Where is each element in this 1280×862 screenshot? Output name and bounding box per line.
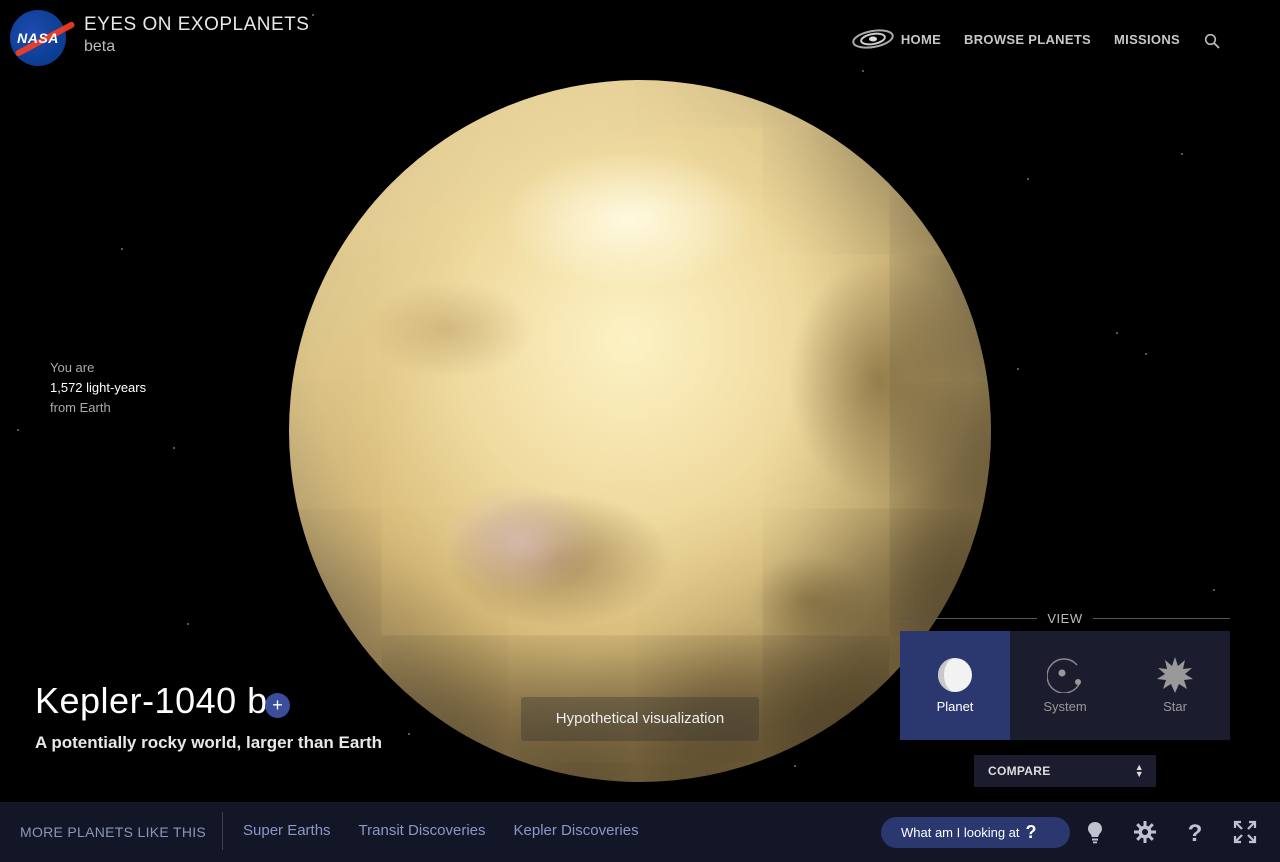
app-title[interactable]: EYES ON EXOPLANETS: [84, 14, 309, 36]
view-planet-button[interactable]: Planet: [900, 631, 1010, 740]
help-icon[interactable]: ?: [1183, 820, 1207, 844]
galaxy-icon[interactable]: [851, 28, 895, 50]
star-dot: [862, 70, 864, 72]
link-super-earths[interactable]: Super Earths: [243, 822, 331, 839]
app-viewport[interactable]: NASA EYES ON EXOPLANETS beta HOME BROWSE…: [0, 0, 1280, 862]
search-icon[interactable]: [1204, 33, 1220, 49]
view-system-button[interactable]: System: [1010, 631, 1120, 740]
star-dot: [1213, 589, 1215, 591]
bottom-divider: [222, 812, 223, 850]
planet-name: Kepler-1040 b: [35, 680, 268, 721]
star-dot: [408, 733, 410, 735]
star-dot: [17, 429, 19, 431]
question-icon: ?: [1025, 822, 1037, 842]
star-dot: [1027, 178, 1029, 180]
link-transit-discoveries[interactable]: Transit Discoveries: [359, 822, 486, 839]
more-planets-label: MORE PLANETS LIKE THIS: [20, 824, 207, 840]
what-am-i-looking-at-button[interactable]: What am I looking at ?: [881, 817, 1070, 848]
divider-line: [1092, 618, 1231, 619]
star-dot: [1017, 368, 1019, 370]
system-icon: [1047, 658, 1081, 693]
divider-line: [900, 618, 1038, 619]
hypothetical-visualization-label: Hypothetical visualization: [521, 697, 759, 741]
add-planet-button[interactable]: +: [265, 693, 290, 718]
star-dot: [1116, 332, 1118, 334]
what-label: What am I looking at: [901, 825, 1020, 840]
view-switcher: Planet System Star: [900, 631, 1230, 740]
compare-label: COMPARE: [988, 764, 1051, 778]
nav-home[interactable]: HOME: [901, 32, 941, 47]
planet-visualization[interactable]: [289, 80, 991, 782]
lightbulb-icon[interactable]: [1083, 820, 1107, 844]
star-dot: [1181, 153, 1183, 155]
distance-readout: You are 1,572 light-years from Earth: [50, 358, 146, 418]
view-star-label: Star: [1163, 699, 1187, 714]
app-subtitle: beta: [84, 38, 116, 55]
top-navigation: HOME BROWSE PLANETS MISSIONS: [851, 28, 1220, 50]
logo-text: NASA: [17, 30, 59, 46]
star-dot: [1145, 353, 1147, 355]
star-dot: [173, 447, 175, 449]
view-star-button[interactable]: Star: [1120, 631, 1230, 740]
distance-suffix: from Earth: [50, 400, 111, 415]
compare-select[interactable]: COMPARE ▲ ▼: [974, 755, 1156, 787]
planet-description: A potentially rocky world, larger than E…: [35, 733, 382, 752]
link-kepler-discoveries[interactable]: Kepler Discoveries: [514, 822, 639, 839]
distance-prefix: You are: [50, 360, 95, 375]
star-dot: [121, 248, 123, 250]
nasa-logo[interactable]: NASA: [10, 10, 76, 66]
select-arrows-icon: ▲ ▼: [1134, 762, 1144, 779]
view-system-label: System: [1043, 699, 1087, 714]
nav-missions[interactable]: MISSIONS: [1114, 32, 1180, 47]
fullscreen-icon[interactable]: [1233, 820, 1257, 844]
view-planet-label: Planet: [936, 699, 974, 714]
related-links: Super Earths Transit Discoveries Kepler …: [243, 822, 667, 839]
star-dot: [187, 623, 189, 625]
planet-icon: [938, 658, 972, 692]
bottom-bar: MORE PLANETS LIKE THIS Super Earths Tran…: [0, 802, 1280, 862]
star-icon: [1157, 657, 1193, 693]
nav-browse-planets[interactable]: BROWSE PLANETS: [964, 32, 1091, 47]
star-dot: [312, 14, 314, 16]
svg-text:?: ?: [1188, 820, 1203, 844]
settings-icon[interactable]: [1133, 820, 1157, 844]
distance-value: 1,572 light-years: [50, 380, 147, 395]
star-dot: [794, 765, 796, 767]
view-label: VIEW: [1047, 611, 1083, 626]
view-heading: VIEW: [900, 611, 1231, 626]
